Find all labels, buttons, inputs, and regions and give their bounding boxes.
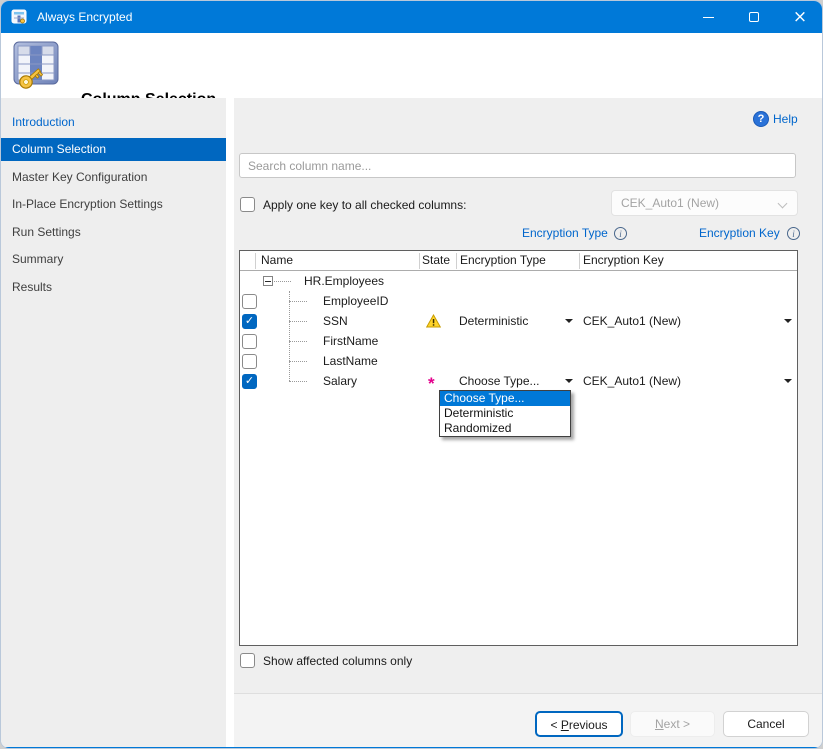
header-state: State xyxy=(422,251,450,270)
sidebar-item-introduction[interactable]: Introduction xyxy=(1,111,226,134)
sidebar-item-column-selection[interactable]: Column Selection xyxy=(1,138,226,161)
tree-line xyxy=(289,341,307,342)
tree-line xyxy=(289,301,307,302)
previous-button[interactable]: < Previous xyxy=(535,711,623,737)
header-name: Name xyxy=(261,251,293,270)
app-icon xyxy=(11,9,27,25)
columns-table: Name State Encryption Type Encryption Ke… xyxy=(239,250,798,646)
minimize-icon xyxy=(703,17,714,18)
encryption-type-link[interactable]: Encryption Type xyxy=(522,226,608,240)
sidebar-item-master-key-configuration[interactable]: Master Key Configuration xyxy=(1,166,226,189)
cancel-label: Cancel xyxy=(747,717,784,731)
encryption-type-dropdown-button-ssn[interactable] xyxy=(561,312,577,330)
encryption-key-info-icon[interactable]: i xyxy=(787,227,800,240)
next-label: Next > xyxy=(655,717,690,731)
maximize-icon xyxy=(749,12,759,22)
minimize-button[interactable] xyxy=(685,1,731,33)
row-name-ssn: SSN xyxy=(323,311,348,331)
column-separator xyxy=(579,253,580,269)
row-name-employeeid: EmployeeID xyxy=(323,291,388,311)
help-icon: ? xyxy=(753,111,769,127)
wizard-header: Column Selection xyxy=(1,33,823,98)
row-checkbox-salary[interactable] xyxy=(242,374,257,389)
encryption-type-cell-salary: Choose Type... xyxy=(459,371,540,391)
dropdown-option-deterministic[interactable]: Deterministic xyxy=(440,406,570,421)
encryption-key-cell-salary: CEK_Auto1 (New) xyxy=(583,371,681,391)
sidebar-item-in-place-encryption-settings[interactable]: In-Place Encryption Settings xyxy=(1,193,226,216)
encryption-key-dropdown-button-salary[interactable] xyxy=(780,372,796,390)
cek-combo[interactable]: CEK_Auto1 (New) xyxy=(611,190,798,216)
encryption-key-cell-ssn: CEK_Auto1 (New) xyxy=(583,311,681,331)
help-label: Help xyxy=(773,112,798,126)
warning-icon xyxy=(426,314,441,328)
sidebar-item-results[interactable]: Results xyxy=(1,276,226,299)
show-affected-label: Show affected columns only xyxy=(263,654,412,668)
row-name-lastname: LastName xyxy=(323,351,378,371)
encryption-key-link[interactable]: Encryption Key xyxy=(699,226,780,240)
row-name-firstname: FirstName xyxy=(323,331,378,351)
tree-line xyxy=(289,381,307,382)
column-key-icon xyxy=(13,41,63,91)
encryption-key-dropdown-button-ssn[interactable] xyxy=(780,312,796,330)
sidebar-item-summary[interactable]: Summary xyxy=(1,248,226,271)
dropdown-option-choose-type[interactable]: Choose Type... xyxy=(440,391,570,406)
close-button[interactable]: × xyxy=(777,1,823,33)
window-title: Always Encrypted xyxy=(37,1,132,33)
encryption-type-dropdown-button-salary[interactable] xyxy=(561,372,577,390)
help-link[interactable]: ? Help xyxy=(753,111,798,127)
tree-line xyxy=(289,291,290,381)
row-checkbox-firstname[interactable] xyxy=(242,334,257,349)
search-input[interactable] xyxy=(239,153,796,178)
cancel-button[interactable]: Cancel xyxy=(723,711,809,737)
column-separator xyxy=(255,253,256,269)
column-separator xyxy=(419,253,420,269)
row-checkbox-ssn[interactable] xyxy=(242,314,257,329)
titlebar: Always Encrypted × xyxy=(1,1,823,33)
show-affected-checkbox[interactable] xyxy=(240,653,255,668)
next-button[interactable]: Next > xyxy=(630,711,715,737)
always-encrypted-wizard-window: Always Encrypted × xyxy=(0,0,823,749)
column-separator xyxy=(456,253,457,269)
encryption-type-info-icon[interactable]: i xyxy=(614,227,627,240)
cek-combo-value: CEK_Auto1 (New) xyxy=(621,196,719,210)
header-encryption-type: Encryption Type xyxy=(460,251,546,270)
header-encryption-key: Encryption Key xyxy=(583,251,664,270)
required-icon: * xyxy=(428,375,435,392)
encryption-type-dropdown-list: Choose Type... Deterministic Randomized xyxy=(439,390,571,437)
row-checkbox-employeeid[interactable] xyxy=(242,294,257,309)
tree-line xyxy=(289,361,307,362)
row-checkbox-lastname[interactable] xyxy=(242,354,257,369)
tree-line xyxy=(274,281,291,282)
table-group-name: HR.Employees xyxy=(304,271,384,291)
tree-line xyxy=(289,321,307,322)
previous-label: < Previous xyxy=(550,718,607,732)
row-name-salary: Salary xyxy=(323,371,357,391)
maximize-button[interactable] xyxy=(731,1,777,33)
dropdown-option-randomized[interactable]: Randomized xyxy=(440,421,570,436)
chevron-down-icon xyxy=(778,199,788,209)
apply-one-key-checkbox[interactable] xyxy=(240,197,255,212)
table-header-row: Name State Encryption Type Encryption Ke… xyxy=(240,251,797,271)
encryption-type-cell-ssn: Deterministic xyxy=(459,311,528,331)
close-icon: × xyxy=(793,9,807,26)
apply-one-key-label: Apply one key to all checked columns: xyxy=(263,198,466,212)
tree-collapse-toggle[interactable] xyxy=(263,276,273,286)
sidebar-item-run-settings[interactable]: Run Settings xyxy=(1,221,226,244)
